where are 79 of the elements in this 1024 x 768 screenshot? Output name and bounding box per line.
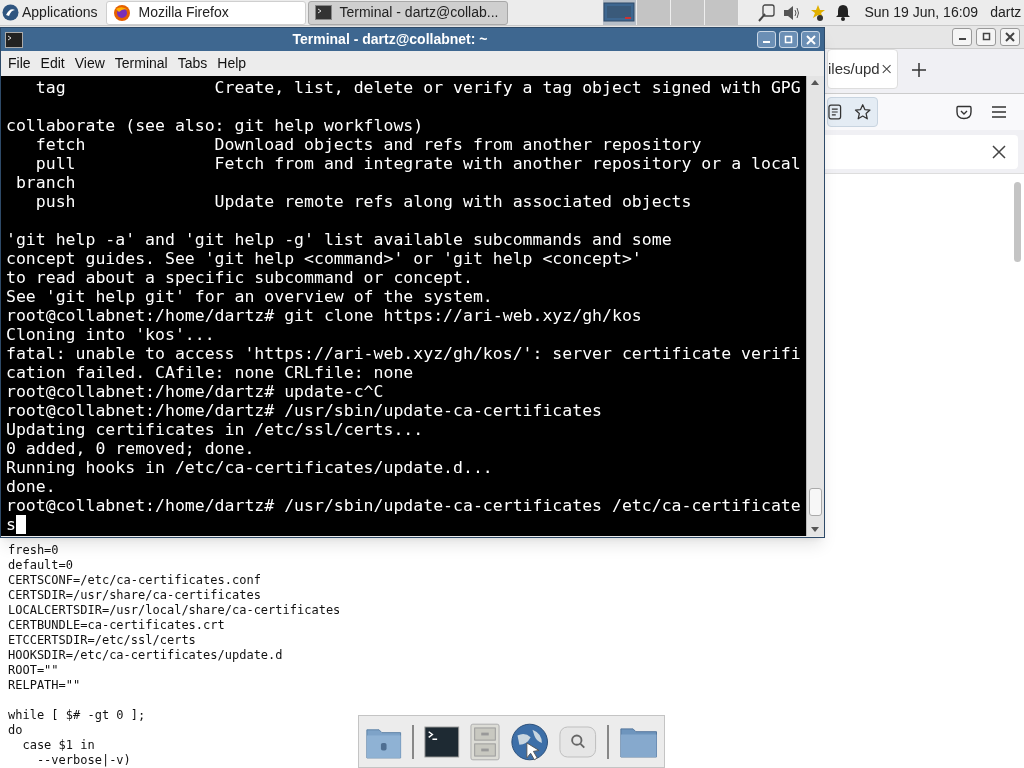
code-line: case $1 in bbox=[21, 738, 95, 753]
menu-item[interactable]: Terminal bbox=[109, 51, 173, 76]
browser-icon bbox=[112, 3, 131, 22]
address-bar[interactable] bbox=[827, 97, 878, 128]
menu-item[interactable]: File bbox=[3, 51, 36, 76]
scroll-down-icon[interactable] bbox=[810, 526, 820, 534]
user-name[interactable]: dartz bbox=[990, 2, 1022, 23]
terminal-line: cation failed. CAfile: none CRLfile: none bbox=[6, 363, 414, 382]
maximize-button[interactable] bbox=[976, 27, 996, 46]
code-line: fresh=0 bbox=[8, 543, 59, 558]
menu-item[interactable]: Edit bbox=[35, 51, 70, 76]
terminal-line: Updating certificates in /etc/ssl/certs... bbox=[6, 420, 424, 439]
scrollbar-thumb[interactable] bbox=[809, 488, 822, 516]
terminal-line: push Update remote refs along with associated objects bbox=[34, 192, 692, 211]
close-icon[interactable] bbox=[992, 144, 1006, 159]
volume-icon[interactable] bbox=[782, 4, 801, 21]
new-tab-icon[interactable] bbox=[912, 63, 926, 78]
taskbar-button[interactable]: Mozilla Firefox bbox=[105, 0, 306, 25]
terminal-line: fetch Download objects and refs from another repository bbox=[34, 135, 702, 154]
menu-item[interactable]: Help bbox=[212, 51, 252, 76]
code-line: LOCALCERTSDIR=/usr/local/share/ca-certificates bbox=[8, 603, 341, 618]
code-line: CERTSDIR=/usr/share/ca-certificates bbox=[8, 588, 261, 603]
code-line: ROOT="" bbox=[8, 663, 59, 678]
terminal-line: concept guides. See 'git help <command>' or 'git help <concept>' bbox=[6, 249, 642, 268]
terminal-line: Cloning into 'kos'... bbox=[6, 325, 215, 344]
code-line: CERTBUNDLE=ca-certificates.crt bbox=[8, 618, 225, 633]
code-line: do bbox=[8, 723, 23, 738]
logo-icon bbox=[2, 4, 19, 21]
browser-tab[interactable]: iles/upd bbox=[827, 49, 898, 90]
terminal-line: 0 added, 0 removed; done. bbox=[6, 439, 255, 458]
terminal-line: 'git help -a' and 'git help -g' list available subcommands and some bbox=[6, 230, 672, 249]
code-line: while [ $# -gt 0 ]; bbox=[8, 708, 146, 723]
terminal-line: Running hooks in /etc/ca-certificates/update.d... bbox=[6, 458, 493, 477]
maximize-icon bbox=[981, 32, 991, 42]
code-line: default=0 bbox=[8, 558, 74, 573]
close-tab-icon[interactable] bbox=[881, 63, 891, 76]
menu-icon[interactable] bbox=[992, 106, 1006, 119]
menu-item[interactable]: View bbox=[69, 51, 110, 76]
pocket-icon[interactable] bbox=[956, 104, 972, 120]
terminal-line: root@collabnet:/home/dartz# /usr/sbin/update-ca-certificates bbox=[6, 401, 603, 420]
menu-item[interactable]: Tabs bbox=[172, 51, 213, 76]
minimize-button[interactable] bbox=[952, 27, 972, 46]
close-icon bbox=[805, 34, 816, 45]
terminal-line: root@collabnet:/home/dartz# /usr/sbin/update-ca-certificates /etc/ca-certificate bbox=[6, 496, 801, 515]
terminal-icon[interactable] bbox=[424, 724, 460, 759]
taskbar-button[interactable]: Terminal - dartz@collab... bbox=[307, 0, 508, 25]
terminal-line: fatal: unable to access 'https://ari-web.xyz/gh/kos/': server certificate verifi bbox=[6, 344, 801, 363]
maximize-icon bbox=[784, 35, 793, 44]
code-line: CERTSCONF=/etc/ca-certificates.conf bbox=[8, 573, 261, 588]
clock: Sun 19 Jun, 16:09 bbox=[864, 3, 979, 22]
terminal-line: pull Fetch from and integrate with another repository or a local bbox=[34, 154, 801, 173]
reader-view-icon[interactable] bbox=[828, 104, 842, 121]
window-title: Terminal - dartz@collabnet: ~ bbox=[291, 30, 489, 49]
terminal-line: root@collabnet:/home/dartz# git clone https://ari-web.xyz/gh/kos bbox=[6, 306, 642, 325]
code-line: RELPATH="" bbox=[8, 678, 81, 693]
code-line: ETCCERTSDIR=/etc/ssl/certs bbox=[8, 633, 196, 648]
bell-icon[interactable] bbox=[834, 4, 851, 21]
terminal-icon bbox=[314, 5, 332, 20]
search-icon[interactable] bbox=[559, 724, 597, 759]
terminal-line: branch bbox=[14, 173, 76, 192]
workspace-button[interactable] bbox=[602, 0, 637, 25]
terminal-icon bbox=[5, 31, 23, 48]
scroll-up-icon[interactable] bbox=[810, 78, 820, 86]
terminal-line: s bbox=[6, 515, 16, 534]
terminal-line: done. bbox=[6, 477, 56, 496]
star-icon[interactable] bbox=[853, 103, 871, 122]
scrollbar-thumb[interactable] bbox=[1014, 182, 1021, 262]
text-cursor bbox=[15, 515, 26, 534]
terminal-line: tag Create, list, delete or verify a tag object signed with GPG bbox=[34, 78, 801, 97]
close-button[interactable] bbox=[1000, 27, 1020, 46]
terminal-line: root@collabnet:/home/dartz# update-c^C bbox=[6, 382, 384, 401]
applications-menu[interactable]: Applications bbox=[0, 0, 104, 25]
terminal-line: collaborate (see also: git help workflows) bbox=[6, 116, 424, 135]
window-thumbnail-icon bbox=[603, 2, 635, 22]
close-icon bbox=[1005, 31, 1015, 42]
terminal-line: to read about a specific subcommand or concept. bbox=[6, 268, 473, 287]
terminal-line: See 'git help git' for an overview of the system. bbox=[6, 287, 493, 306]
code-line: HOOKSDIR=/etc/ca-certificates/update.d bbox=[8, 648, 283, 663]
code-line: --verbose|-v) bbox=[35, 753, 131, 768]
